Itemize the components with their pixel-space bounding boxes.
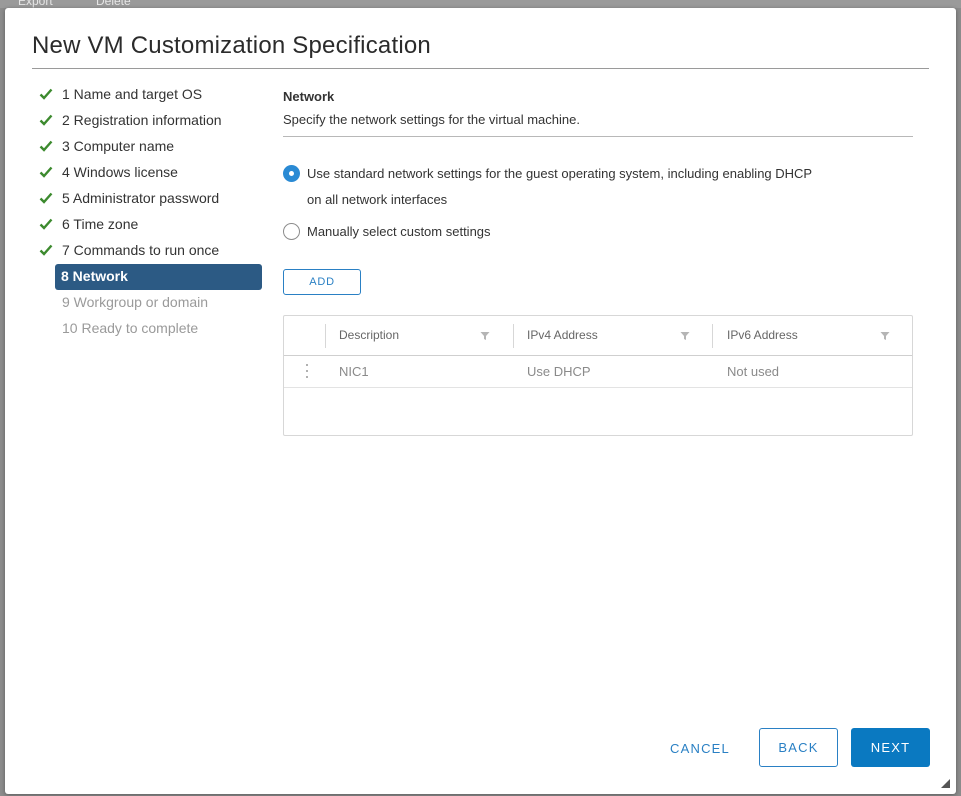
background-toolbar: Export Delete: [0, 0, 961, 8]
section-title: Network: [283, 89, 335, 104]
step-label: 8 Network: [61, 268, 128, 284]
add-nic-button[interactable]: ADD: [283, 269, 361, 295]
step-ready-to-complete: 10 Ready to complete: [5, 316, 267, 342]
step-label: 4 Windows license: [62, 164, 178, 180]
resize-grip-icon[interactable]: [941, 779, 950, 788]
wizard-dialog: New VM Customization Specification 1 Nam…: [5, 8, 956, 794]
section-description: Specify the network settings for the vir…: [283, 112, 580, 127]
step-label: 3 Computer name: [62, 138, 175, 154]
checkmark-icon: [39, 192, 53, 204]
back-button[interactable]: BACK: [759, 728, 838, 767]
cell-description: NIC1: [339, 364, 369, 379]
filter-icon[interactable]: [480, 331, 490, 341]
step-network[interactable]: 8 Network: [55, 264, 262, 290]
step-time-zone[interactable]: 6 Time zone: [5, 212, 267, 238]
column-separator: [325, 324, 326, 348]
datagrid-header: Description IPv4 Address IPv6 Address: [284, 316, 912, 356]
step-label: 10 Ready to complete: [62, 320, 199, 336]
step-windows-license[interactable]: 4 Windows license: [5, 160, 267, 186]
step-label: 2 Registration information: [62, 112, 222, 128]
custom-settings-label: Manually select custom settings: [307, 224, 491, 239]
column-separator: [712, 324, 713, 348]
filter-icon[interactable]: [680, 331, 690, 341]
step-label: 9 Workgroup or domain: [62, 294, 209, 310]
checkmark-icon: [39, 140, 53, 152]
column-header-description[interactable]: Description: [339, 328, 399, 342]
next-button[interactable]: NEXT: [851, 728, 930, 767]
background-delete-action: Delete: [96, 0, 131, 8]
cell-ipv4: Use DHCP: [527, 364, 591, 379]
step-label: 5 Administrator password: [62, 190, 220, 206]
standard-settings-label-line2: on all network interfaces: [307, 192, 448, 207]
step-label: 1 Name and target OS: [62, 86, 203, 102]
checkmark-icon: [39, 114, 53, 126]
step-computer-name[interactable]: 3 Computer name: [5, 134, 267, 160]
section-divider: [283, 136, 913, 137]
custom-settings-radio[interactable]: [283, 223, 300, 240]
checkmark-icon: [39, 244, 53, 256]
cell-ipv6: Not used: [727, 364, 780, 379]
step-commands-to-run-once[interactable]: 7 Commands to run once: [5, 238, 267, 264]
step-label: 6 Time zone: [62, 216, 139, 232]
standard-settings-label-line1: Use standard network settings for the gu…: [307, 166, 813, 181]
step-workgroup-or-domain: 9 Workgroup or domain: [5, 290, 267, 316]
checkmark-icon: [39, 166, 53, 178]
checkmark-icon: [39, 218, 53, 230]
filter-icon[interactable]: [880, 331, 890, 341]
background-export-action: Export: [18, 0, 53, 8]
title-divider: [32, 68, 929, 69]
table-row[interactable]: NIC1 Use DHCP Not used: [284, 356, 912, 388]
step-administrator-password[interactable]: 5 Administrator password: [5, 186, 267, 212]
step-label: 7 Commands to run once: [62, 242, 220, 258]
column-header-ipv6[interactable]: IPv6 Address: [727, 328, 798, 342]
nic-datagrid: Description IPv4 Address IPv6 Address NI…: [283, 315, 913, 436]
row-menu-icon[interactable]: [305, 364, 309, 380]
step-registration-information[interactable]: 2 Registration information: [5, 108, 267, 134]
checkmark-icon: [39, 88, 53, 100]
standard-settings-radio[interactable]: [283, 165, 300, 182]
column-header-ipv4[interactable]: IPv4 Address: [527, 328, 598, 342]
step-name-and-target-os[interactable]: 1 Name and target OS: [5, 82, 267, 108]
dialog-title: New VM Customization Specification: [32, 32, 431, 59]
cancel-button[interactable]: CANCEL: [663, 733, 737, 763]
column-separator: [513, 324, 514, 348]
